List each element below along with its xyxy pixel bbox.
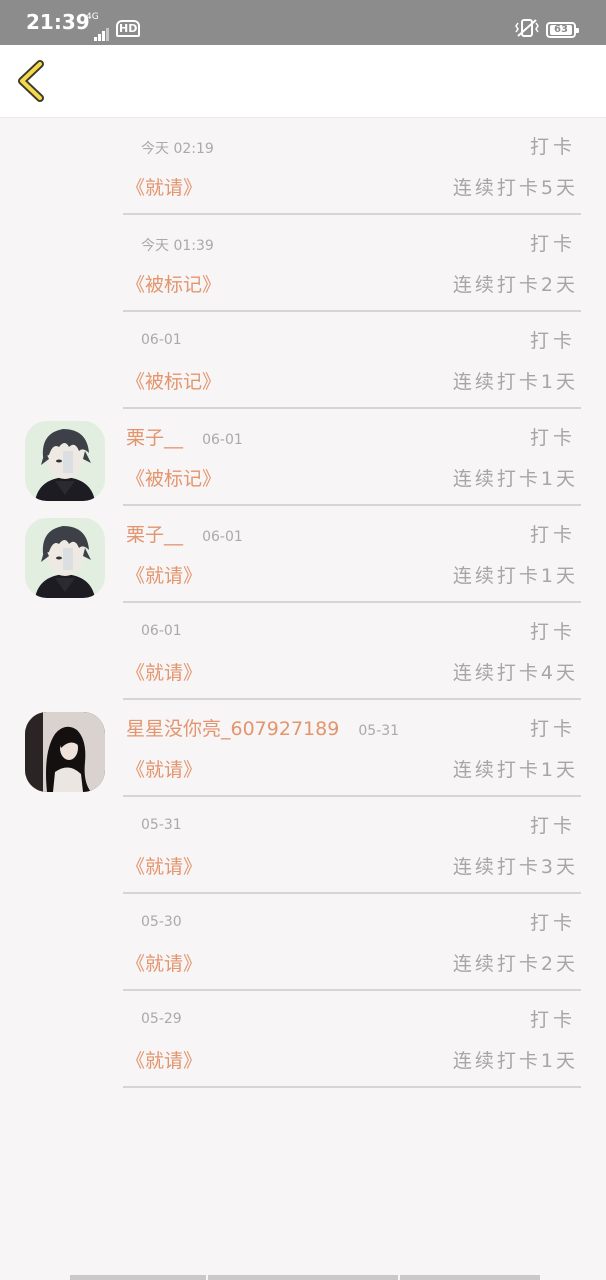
user-line: 栗子__ 06-01 — [126, 520, 243, 547]
checkin-label: 打卡 — [529, 136, 576, 158]
list-item[interactable]: 星星没你亮_607927189 05-31 打卡《就请》 连续打卡1天 — [0, 700, 606, 797]
checkin-label: 打卡 — [529, 912, 576, 934]
checkin-date: 06-01 — [141, 332, 182, 348]
book-title-link[interactable]: 《就请》 — [126, 1046, 202, 1073]
book-title-link[interactable]: 《就请》 — [126, 561, 202, 588]
battery-level: 63 — [550, 25, 572, 35]
checkin-date: 05-29 — [141, 1011, 182, 1027]
list-item[interactable]: 05-31 打卡《就请》 连续打卡3天 — [0, 797, 606, 894]
list-item[interactable]: 栗子__ 06-01 打卡《就请》 连续打卡1天 — [0, 506, 606, 603]
book-title-link[interactable]: 《被标记》 — [126, 270, 221, 297]
user-name[interactable]: 栗子__ — [126, 427, 183, 449]
checkin-date: 05-31 — [358, 723, 400, 739]
streak-text: 连续打卡1天 — [452, 759, 578, 781]
top-bar — [0, 45, 606, 118]
checkin-date: 今天 02:19 — [141, 141, 214, 157]
checkin-list: 今天 02:19 打卡 《就请》 连续打卡5天 今天 01:39 打卡 《被标记》 连续打卡2… — [0, 118, 606, 1088]
streak-text: 连续打卡4天 — [452, 662, 578, 684]
list-item[interactable]: 栗子__ 06-01 打卡《被标记》 连续打卡1天 — [0, 409, 606, 506]
signal-icon — [94, 22, 110, 41]
checkin-date: 05-31 — [141, 817, 182, 833]
book-title-link[interactable]: 《就请》 — [126, 658, 202, 685]
checkin-label: 打卡 — [529, 427, 576, 449]
streak-text: 连续打卡1天 — [452, 468, 578, 490]
chevron-left-icon[interactable] — [14, 58, 50, 104]
book-title-link[interactable]: 《被标记》 — [126, 464, 221, 491]
book-title-link[interactable]: 《就请》 — [126, 173, 202, 200]
list-item[interactable]: 05-30 打卡《就请》 连续打卡2天 — [0, 894, 606, 991]
checkin-date: 06-01 — [141, 623, 182, 639]
book-title-link[interactable]: 《就请》 — [126, 949, 202, 976]
checkin-label: 打卡 — [529, 621, 576, 643]
checkin-label: 打卡 — [529, 233, 576, 255]
checkin-label: 打卡 — [529, 815, 576, 837]
checkin-label: 打卡 — [529, 718, 576, 740]
battery-icon: 63 — [546, 22, 579, 38]
divider — [123, 1086, 581, 1088]
checkin-date: 06-01 — [202, 529, 243, 545]
user-line: 星星没你亮_607927189 05-31 — [126, 714, 399, 741]
book-title-link[interactable]: 《就请》 — [126, 852, 202, 879]
bottom-indicator — [70, 1275, 540, 1280]
hd-icon: HD — [116, 20, 141, 37]
vibrate-icon — [515, 19, 539, 37]
streak-text: 连续打卡3天 — [452, 856, 578, 878]
avatar[interactable] — [25, 712, 105, 792]
network-type: 4G — [86, 12, 99, 22]
streak-text: 连续打卡2天 — [452, 953, 578, 975]
streak-text: 连续打卡1天 — [452, 371, 578, 393]
user-line: 栗子__ 06-01 — [126, 423, 243, 450]
avatar[interactable] — [25, 421, 105, 501]
list-item[interactable]: 06-01 打卡《就请》 连续打卡4天 — [0, 603, 606, 700]
streak-text: 连续打卡1天 — [452, 565, 578, 587]
list-item[interactable]: 06-01 打卡《被标记》 连续打卡1天 — [0, 312, 606, 409]
user-name[interactable]: 栗子__ — [126, 524, 183, 546]
list-item[interactable]: 今天 01:39 打卡《被标记》 连续打卡2天 — [0, 215, 606, 312]
checkin-date: 06-01 — [202, 432, 243, 448]
list-item[interactable]: 05-29 打卡《就请》 连续打卡1天 — [0, 991, 606, 1088]
checkin-label: 打卡 — [529, 524, 576, 546]
book-title-link[interactable]: 《被标记》 — [126, 367, 221, 394]
streak-text: 连续打卡5天 — [452, 177, 578, 199]
checkin-label: 打卡 — [529, 330, 576, 352]
avatar[interactable] — [25, 518, 105, 598]
checkin-date: 05-30 — [141, 914, 182, 930]
user-name[interactable]: 星星没你亮_607927189 — [126, 718, 339, 740]
streak-text: 连续打卡1天 — [452, 1050, 578, 1072]
checkin-date: 今天 01:39 — [141, 238, 214, 254]
streak-text: 连续打卡2天 — [452, 274, 578, 296]
checkin-label: 打卡 — [529, 1009, 576, 1031]
status-bar: 21:39 4G HD 63 — [0, 0, 606, 45]
book-title-link[interactable]: 《就请》 — [126, 755, 202, 782]
list-item[interactable]: 今天 02:19 打卡《就请》 连续打卡5天 — [0, 118, 606, 215]
status-time: 21:39 — [26, 10, 90, 34]
